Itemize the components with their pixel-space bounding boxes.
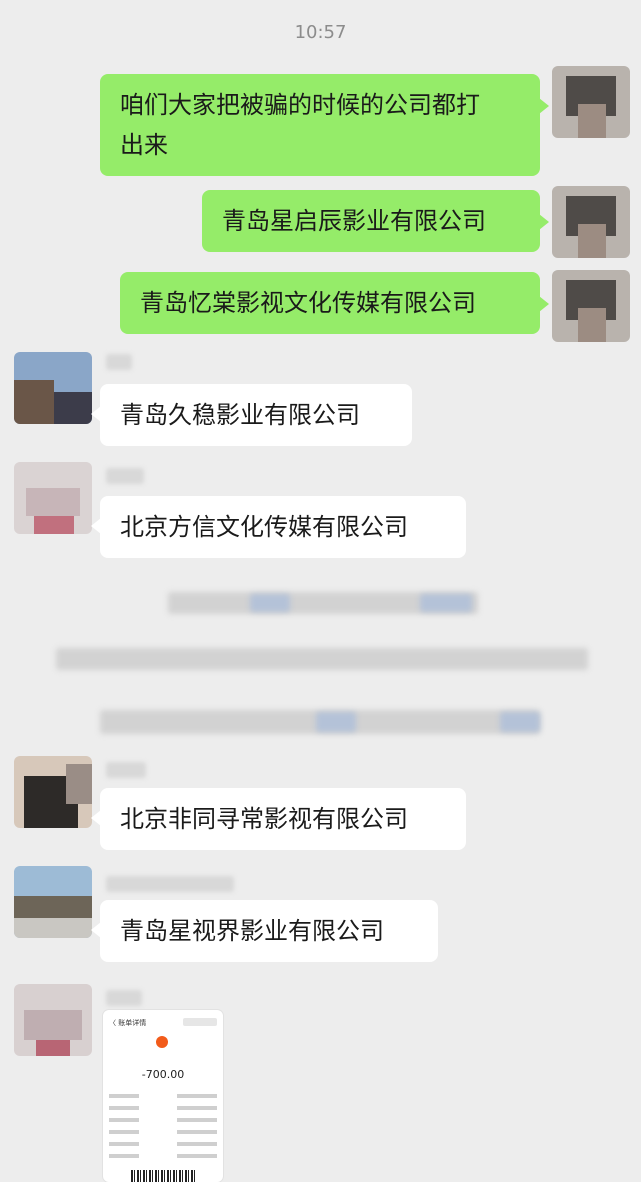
- message-bubble[interactable]: 青岛星视界影业有限公司: [91, 900, 438, 962]
- message-text: 咱们大家把被骗的时候的公司都打: [120, 91, 480, 119]
- sender-name: [106, 876, 234, 892]
- sender-name: [106, 990, 142, 1006]
- timestamp: 10:57: [294, 22, 347, 43]
- message-text: 北京方信文化传媒有限公司: [120, 513, 408, 541]
- receipt-row: [109, 1130, 217, 1134]
- system-notice-blurred: [250, 594, 290, 612]
- message-bubble[interactable]: 北京方信文化传媒有限公司: [91, 496, 466, 558]
- receipt-image[interactable]: 〈 账单详情 -700.00: [103, 1010, 223, 1182]
- message-text: 北京非同寻常影视有限公司: [120, 805, 408, 833]
- message-text: 青岛忆棠影视文化传媒有限公司: [140, 289, 476, 317]
- barcode-icon: [131, 1170, 195, 1182]
- message-bubble-mine[interactable]: 青岛星启辰影业有限公司: [202, 190, 549, 252]
- receipt-row: [109, 1118, 217, 1122]
- sender-name: [106, 468, 144, 484]
- merchant-logo-icon: [156, 1036, 168, 1048]
- receipt-row: [109, 1094, 217, 1098]
- receipt-header-blurred: [183, 1018, 217, 1026]
- contact-avatar[interactable]: [14, 462, 92, 534]
- receipt-row: [109, 1106, 217, 1110]
- message-text: 青岛久稳影业有限公司: [120, 401, 360, 429]
- message-bubble[interactable]: 青岛久稳影业有限公司: [91, 384, 412, 446]
- message-bubble[interactable]: 北京非同寻常影视有限公司: [91, 788, 466, 850]
- sender-name: [106, 762, 146, 778]
- system-notice-blurred: [316, 712, 356, 732]
- message-text: 青岛星视界影业有限公司: [120, 917, 384, 945]
- contact-avatar[interactable]: [14, 866, 92, 938]
- system-notice-blurred: [500, 712, 540, 732]
- receipt-row: [109, 1154, 217, 1158]
- message-text: 出来: [120, 131, 168, 159]
- my-avatar[interactable]: [552, 270, 630, 342]
- contact-avatar[interactable]: [14, 984, 92, 1056]
- message-bubble-mine[interactable]: 咱们大家把被骗的时候的公司都打 出来: [100, 74, 549, 176]
- system-notice-blurred: [56, 648, 588, 670]
- message-bubble-mine[interactable]: 青岛忆棠影视文化传媒有限公司: [120, 272, 549, 334]
- receipt-amount: -700.00: [141, 1068, 185, 1081]
- message-text: 青岛星启辰影业有限公司: [222, 207, 486, 235]
- sender-name: [106, 354, 132, 370]
- system-notice-blurred: [420, 594, 472, 612]
- my-avatar[interactable]: [552, 186, 630, 258]
- my-avatar[interactable]: [552, 66, 630, 138]
- receipt-header: 〈 账单详情: [109, 1019, 147, 1027]
- contact-avatar[interactable]: [14, 352, 92, 424]
- contact-avatar[interactable]: [14, 756, 92, 828]
- receipt-row: [109, 1142, 217, 1146]
